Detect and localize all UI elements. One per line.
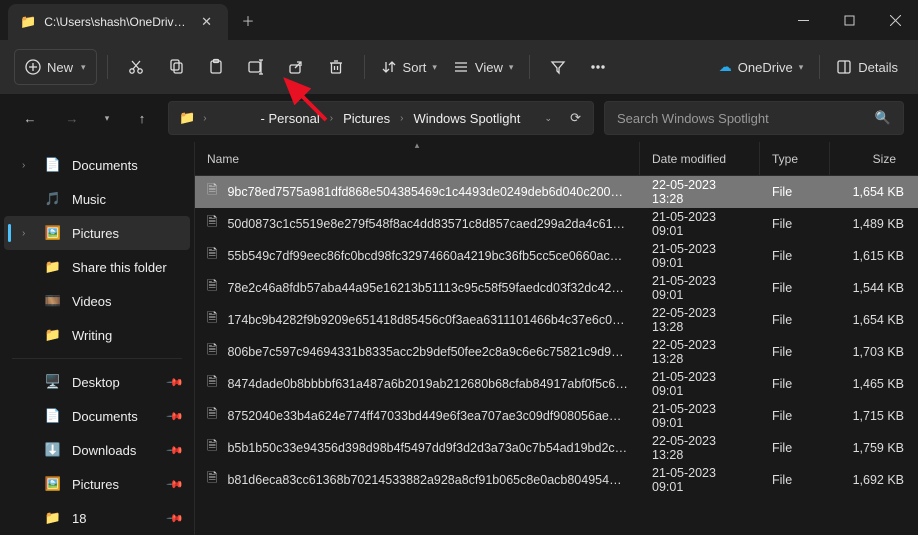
file-icon: 🗎 bbox=[207, 437, 217, 459]
cloud-icon: ☁ bbox=[719, 59, 732, 75]
breadcrumb-segment[interactable] bbox=[211, 107, 251, 130]
column-date[interactable]: Date modified bbox=[640, 142, 760, 175]
breadcrumb-segment[interactable]: - Personal bbox=[255, 107, 326, 130]
column-headers: ▴Name Date modified Type Size bbox=[195, 142, 918, 176]
file-row[interactable]: 🗎78e2c46a8fdb57aba44a95e16213b51113c95c5… bbox=[195, 272, 918, 304]
breadcrumb-segment[interactable]: Windows Spotlight bbox=[407, 107, 526, 130]
column-type[interactable]: Type bbox=[760, 142, 830, 175]
view-button[interactable]: View ▾ bbox=[447, 49, 519, 85]
file-icon: 🗎 bbox=[207, 213, 217, 235]
file-icon: 🗎 bbox=[207, 277, 217, 299]
file-row[interactable]: 🗎50d0873c1c5519e8e279f548f8ac4dd83571c8d… bbox=[195, 208, 918, 240]
file-icon: 🗎 bbox=[207, 245, 217, 267]
address-bar[interactable]: 📁 › - Personal › Pictures › Windows Spot… bbox=[168, 101, 594, 135]
forward-button[interactable]: → bbox=[56, 102, 88, 134]
title-bar: 📁 C:\Users\shash\OneDrive\Pictu ✕ ＋ bbox=[0, 0, 918, 40]
sidebar-quick-item[interactable]: 🖥️Desktop📌 bbox=[4, 365, 190, 399]
search-icon: 🔍 bbox=[875, 110, 891, 126]
file-row[interactable]: 🗎174bc9b4282f9b9209e651418d85456c0f3aea6… bbox=[195, 304, 918, 336]
folder-icon: 📁 bbox=[175, 110, 199, 126]
rename-button[interactable] bbox=[238, 49, 274, 85]
sidebar-item[interactable]: 🎵Music bbox=[4, 182, 190, 216]
column-size[interactable]: Size bbox=[830, 142, 908, 175]
refresh-button[interactable]: ⟳ bbox=[564, 110, 587, 126]
command-bar: New ▾ Sort ▾ View ▾ ☁ OneDrive ▾ Details bbox=[0, 40, 918, 94]
file-icon: 🗎 bbox=[207, 341, 217, 363]
chevron-down-icon: ▾ bbox=[799, 62, 804, 73]
file-row[interactable]: 🗎8474dade0b8bbbbf631a487a6b2019ab212680b… bbox=[195, 368, 918, 400]
chevron-down-icon: ▾ bbox=[432, 62, 437, 73]
more-button[interactable] bbox=[580, 49, 616, 85]
maximize-button[interactable] bbox=[826, 0, 872, 40]
paste-button[interactable] bbox=[198, 49, 234, 85]
onedrive-button[interactable]: ☁ OneDrive ▾ bbox=[713, 49, 809, 85]
file-row[interactable]: 🗎8752040e33b4a624e774ff47033bd449e6f3ea7… bbox=[195, 400, 918, 432]
file-icon: 🗎 bbox=[207, 373, 217, 395]
file-icon: 🗎 bbox=[207, 181, 217, 203]
recent-dropdown[interactable]: ▾ bbox=[98, 102, 116, 134]
chevron-down-icon: ▾ bbox=[509, 62, 514, 73]
search-placeholder: Search Windows Spotlight bbox=[617, 111, 875, 126]
navigation-pane: ›📄Documents🎵Music›🖼️Pictures📁Share this … bbox=[0, 142, 195, 535]
file-icon: 🗎 bbox=[207, 405, 217, 427]
close-window-button[interactable] bbox=[872, 0, 918, 40]
tab-title: C:\Users\shash\OneDrive\Pictu bbox=[44, 15, 189, 29]
sidebar-quick-item[interactable]: 📁18📌 bbox=[4, 501, 190, 535]
sidebar-quick-item[interactable]: 🖼️Pictures📌 bbox=[4, 467, 190, 501]
file-row[interactable]: 🗎806be7c597c94694331b8335acc2b9def50fee2… bbox=[195, 336, 918, 368]
file-icon: 🗎 bbox=[207, 309, 217, 331]
column-name[interactable]: ▴Name bbox=[195, 142, 640, 175]
new-tab-button[interactable]: ＋ bbox=[228, 0, 268, 40]
filter-button[interactable] bbox=[540, 49, 576, 85]
folder-icon: 📁 bbox=[20, 14, 36, 30]
delete-button[interactable] bbox=[318, 49, 354, 85]
file-list-pane: ▴Name Date modified Type Size 🗎9bc78ed75… bbox=[195, 142, 918, 535]
share-button[interactable] bbox=[278, 49, 314, 85]
breadcrumb-segment[interactable]: Pictures bbox=[337, 107, 396, 130]
file-row[interactable]: 🗎b81d6eca83cc61368b70214533882a928a8cf91… bbox=[195, 464, 918, 496]
up-button[interactable]: ↑ bbox=[126, 102, 158, 134]
sidebar-item[interactable]: ›📄Documents bbox=[4, 148, 190, 182]
sidebar-quick-item[interactable]: 📄Documents📌 bbox=[4, 399, 190, 433]
details-pane-button[interactable]: Details bbox=[830, 49, 904, 85]
sidebar-item[interactable]: 🎞️Videos bbox=[4, 284, 190, 318]
file-row[interactable]: 🗎b5b1b50c33e94356d398d98b4f5497dd9f3d2d3… bbox=[195, 432, 918, 464]
sidebar-quick-item[interactable]: ⬇️Downloads📌 bbox=[4, 433, 190, 467]
navigation-row: ← → ▾ ↑ 📁 › - Personal › Pictures › Wind… bbox=[0, 94, 918, 142]
file-row[interactable]: 🗎55b549c7df99eec86fc0bcd98fc32974660a421… bbox=[195, 240, 918, 272]
close-tab-icon[interactable]: ✕ bbox=[197, 12, 216, 32]
search-input[interactable]: Search Windows Spotlight 🔍 bbox=[604, 101, 904, 135]
file-row[interactable]: 🗎9bc78ed7575a981dfd868e504385469c1c4493d… bbox=[195, 176, 918, 208]
back-button[interactable]: ← bbox=[14, 102, 46, 134]
sidebar-item[interactable]: 📁Writing bbox=[4, 318, 190, 352]
copy-button[interactable] bbox=[158, 49, 194, 85]
file-icon: 🗎 bbox=[207, 469, 217, 491]
sort-button[interactable]: Sort ▾ bbox=[375, 49, 443, 85]
minimize-button[interactable] bbox=[780, 0, 826, 40]
new-button[interactable]: New ▾ bbox=[14, 49, 97, 85]
tab[interactable]: 📁 C:\Users\shash\OneDrive\Pictu ✕ bbox=[8, 4, 228, 40]
chevron-down-icon[interactable]: ⌄ bbox=[537, 113, 561, 124]
sidebar-item[interactable]: 📁Share this folder bbox=[4, 250, 190, 284]
sidebar-item[interactable]: ›🖼️Pictures bbox=[4, 216, 190, 250]
chevron-down-icon: ▾ bbox=[81, 62, 86, 73]
cut-button[interactable] bbox=[118, 49, 154, 85]
